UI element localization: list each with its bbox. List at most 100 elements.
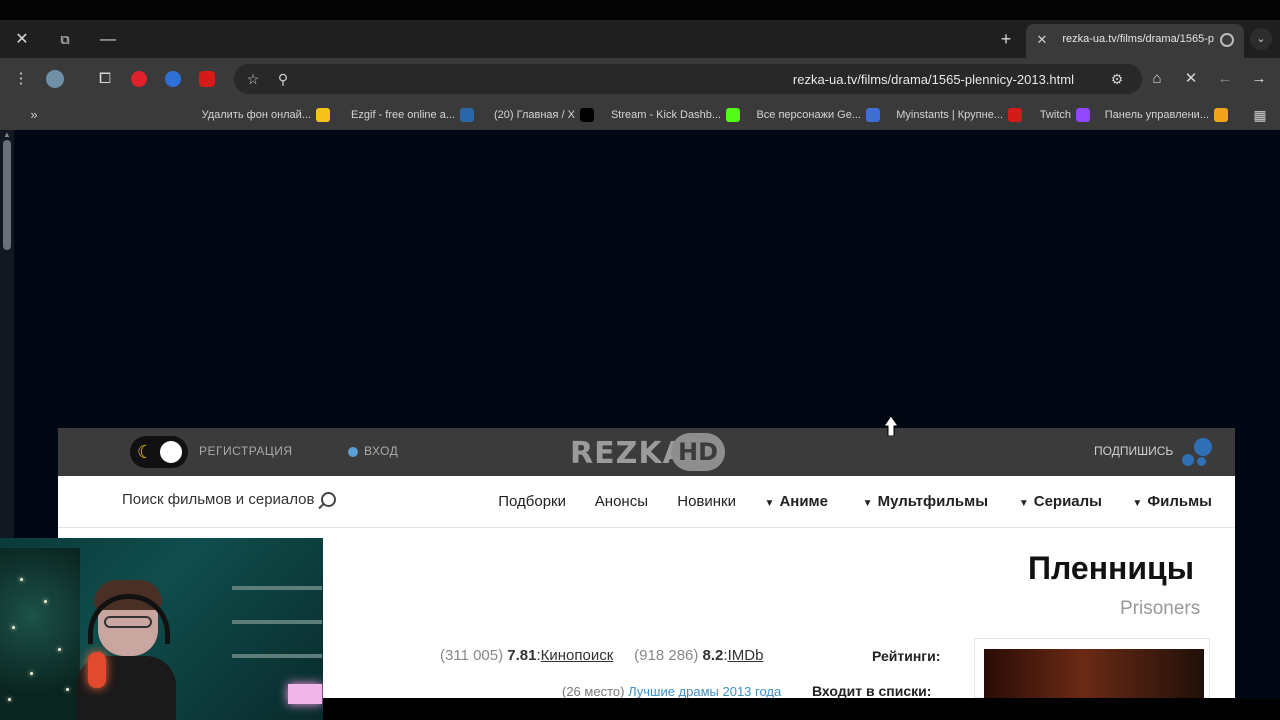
nav-item-label: Аниме <box>779 493 828 510</box>
nav-item[interactable]: Новинки <box>677 493 736 510</box>
extension-adblock-icon[interactable] <box>199 71 215 87</box>
bookmark-item[interactable]: Панель управлени... <box>1105 106 1228 124</box>
tree-light <box>20 578 23 581</box>
nav-item[interactable]: ▼ Аниме <box>765 493 828 510</box>
scroll-up-icon[interactable]: ▲ <box>3 130 11 140</box>
tree-light <box>66 688 69 691</box>
chevron-down-icon: ▼ <box>764 498 775 509</box>
bookmark-favicon-icon <box>866 108 880 122</box>
bookmark-item[interactable]: (20) Главная / X <box>494 106 594 124</box>
bookmark-item[interactable]: Stream - Kick Dashb... <box>611 106 740 124</box>
extension-record-icon[interactable] <box>131 71 147 87</box>
pink-light <box>288 684 322 704</box>
nav-item-label: Анонсы <box>594 493 648 510</box>
chevron-down-icon: ▼ <box>1018 498 1029 509</box>
bookmark-favicon-icon <box>316 108 330 122</box>
bookmark-favicon-icon <box>1214 108 1228 122</box>
lists-link[interactable]: Лучшие драмы 2013 года <box>628 684 781 699</box>
nav-item[interactable]: Подборки <box>498 493 566 510</box>
bookmark-item[interactable]: Все персонажи Ge... <box>756 106 880 124</box>
tab-close-icon[interactable]: ✕ <box>1032 30 1052 50</box>
mouse-cursor-icon <box>884 416 898 436</box>
nav-search[interactable]: Поиск фильмов и сериалов <box>122 491 336 508</box>
tree-light <box>58 648 61 651</box>
window-close-button[interactable]: ✕ <box>10 28 34 52</box>
bookmark-item[interactable]: Удалить фон онлай... <box>202 106 330 124</box>
scrollbar-thumb[interactable] <box>3 140 11 250</box>
login-icon <box>348 447 358 457</box>
browser-toolbar: ⋮ ⧠ ☆ ⚲ rezka-ua.tv/films/drama/1565-ple… <box>0 58 1280 100</box>
tab-search-icon[interactable]: ⌄ <box>1250 28 1272 50</box>
bookmark-favicon-icon <box>1076 108 1090 122</box>
poster-image <box>984 649 1204 699</box>
site-header: ☾ РЕГИСТРАЦИЯ ВХОД REZKA HD ПОДПИШИСЬ <box>58 428 1235 476</box>
shelf <box>232 620 322 624</box>
site-nav: Поиск фильмов и сериалов ▼ Фильмы ▼ Сериалы… <box>58 476 1235 528</box>
tree-light <box>44 600 47 603</box>
zoom-icon[interactable]: ⚲ <box>272 68 294 90</box>
bookmark-label: Ezgif - free online a... <box>351 109 455 121</box>
bookmark-star-icon[interactable]: ☆ <box>242 68 264 90</box>
subscribe-bubbles-icon[interactable] <box>1182 438 1214 468</box>
lists-place: (26 место) <box>562 684 625 699</box>
tab-rezka[interactable]: ✕ rezka-ua.tv/films/drama/1565-р <box>1026 24 1244 58</box>
stop-loading-icon[interactable]: ✕ <box>1180 68 1202 90</box>
bubble-large <box>1194 438 1212 456</box>
bottom-bar <box>323 698 1280 720</box>
kp-votes: (311 005) <box>440 647 504 664</box>
bookmark-item[interactable]: Ezgif - free online a... <box>351 106 474 124</box>
extensions-puzzle-icon[interactable]: ⧠ <box>94 68 116 90</box>
site-settings-icon[interactable]: ⚙ <box>1106 68 1128 90</box>
bookmark-favicon-icon <box>460 108 474 122</box>
tree-light <box>12 626 15 629</box>
movie-original-title: Prisoners <box>1120 598 1201 619</box>
movie-poster[interactable] <box>974 638 1210 699</box>
tab-title: rezka-ua.tv/films/drama/1565-р <box>1062 33 1214 45</box>
menu-kebab-icon[interactable]: ⋮ <box>10 68 32 90</box>
profile-avatar[interactable] <box>44 68 66 90</box>
bookmark-label: Twitch <box>1039 109 1071 121</box>
webcam-overlay <box>0 538 323 720</box>
nav-item-label: Сериалы <box>1033 493 1102 510</box>
avatar <box>46 70 64 88</box>
theme-toggle[interactable]: ☾ <box>130 436 188 468</box>
extension-blue-icon[interactable] <box>165 71 181 87</box>
lists-label: Входит в списки: <box>812 683 932 699</box>
new-tab-button[interactable]: + <box>995 28 1017 50</box>
kp-link[interactable]: Кинопоиск <box>541 647 614 664</box>
bookmark-item[interactable]: Myinstants | Крупне... <box>896 106 1022 124</box>
logo-hd-badge: HD <box>671 433 725 471</box>
bookmark-label: Stream - Kick Dashb... <box>610 109 721 121</box>
nav-item-label: Новинки <box>677 493 736 510</box>
back-arrow-icon[interactable]: ← <box>1214 68 1236 90</box>
tree-light <box>30 672 33 675</box>
nav-item-label: Подборки <box>498 493 566 510</box>
site-logo[interactable]: REZKA HD <box>570 433 726 471</box>
apps-grid-icon[interactable]: ▦ <box>1250 106 1270 124</box>
forward-arrow-icon[interactable]: → <box>1248 68 1270 90</box>
window-restore-button[interactable]: ⧉ <box>53 28 77 52</box>
ratings-label: Рейтинги: <box>872 648 941 664</box>
bookmark-label: (20) Главная / X <box>494 109 575 121</box>
shelf <box>232 654 322 658</box>
nav-item[interactable]: ▼ Сериалы <box>1019 493 1102 510</box>
subscribe-link[interactable]: ПОДПИШИСЬ <box>1094 444 1173 458</box>
nav-item[interactable]: Анонсы <box>595 493 648 510</box>
home-icon[interactable]: ⌂ <box>1146 68 1168 90</box>
window-minimize-button[interactable]: — <box>96 28 120 52</box>
bookmark-favicon-icon <box>1008 108 1022 122</box>
bookmarks-overflow-button[interactable]: » <box>24 106 44 124</box>
lists-value: (26 место) Лучшие драмы 2013 года <box>562 684 781 699</box>
moon-icon: ☾ <box>137 442 154 462</box>
register-link[interactable]: РЕГИСТРАЦИЯ <box>199 444 293 458</box>
address-bar[interactable]: ☆ ⚲ rezka-ua.tv/films/drama/1565-plenniс… <box>234 64 1142 94</box>
bookmark-item[interactable]: Twitch <box>1040 106 1090 124</box>
kp-value: 7.81 <box>507 647 537 664</box>
login-link[interactable]: ВХОД <box>364 444 398 458</box>
nav-item[interactable]: ▼ Фильмы <box>1132 493 1212 510</box>
glasses <box>104 616 152 628</box>
nav-item[interactable]: ▼ Мультфильмы <box>863 493 988 510</box>
bookmark-label: Панель управлени... <box>1104 109 1209 121</box>
movie-title: Пленницы <box>1028 550 1195 586</box>
imdb-link[interactable]: IMDb <box>728 647 764 664</box>
